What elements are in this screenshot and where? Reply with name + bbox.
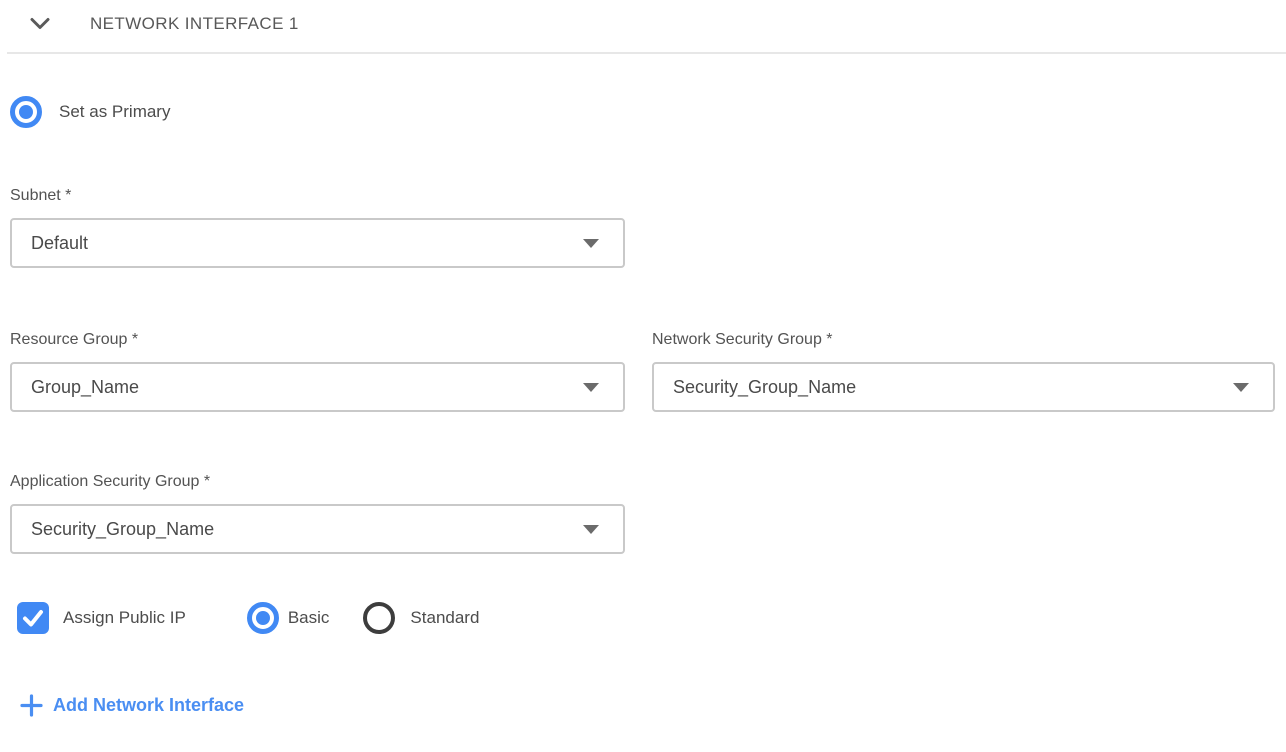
section-divider [7,52,1286,54]
resource-group-select[interactable]: Group_Name [10,362,625,412]
section-content: Set as Primary Subnet * Default Resource… [0,96,1286,717]
set-as-primary-option[interactable]: Set as Primary [10,96,1275,128]
subnet-value: Default [31,233,88,254]
add-network-interface-label: Add Network Interface [53,695,244,716]
sku-basic-radio[interactable] [247,602,279,634]
assign-public-ip-label: Assign Public IP [63,608,186,628]
caret-down-icon [583,383,599,392]
application-security-group-field: Application Security Group * Security_Gr… [10,472,625,554]
resource-group-label: Resource Group * [10,330,625,349]
application-security-group-select[interactable]: Security_Group_Name [10,504,625,554]
sku-standard-radio[interactable] [363,602,395,634]
radio-dot [19,105,33,119]
radio-dot [256,611,270,625]
sku-basic-label: Basic [288,608,330,628]
set-as-primary-radio[interactable] [10,96,42,128]
check-icon [17,602,49,634]
set-as-primary-label: Set as Primary [59,102,170,122]
plus-icon [20,694,43,717]
application-security-group-value: Security_Group_Name [31,519,214,540]
subnet-label: Subnet * [10,186,625,205]
network-security-group-label: Network Security Group * [652,330,1275,349]
application-security-group-label: Application Security Group * [10,472,625,491]
subnet-select[interactable]: Default [10,218,625,268]
network-security-group-field: Network Security Group * Security_Group_… [652,330,1275,412]
assign-public-ip-checkbox[interactable] [17,602,49,634]
caret-down-icon [583,525,599,534]
sku-standard-label: Standard [410,608,479,628]
resource-group-value: Group_Name [31,377,139,398]
network-security-group-select[interactable]: Security_Group_Name [652,362,1275,412]
assign-public-ip-row: Assign Public IP Basic Standard [10,602,1275,634]
chevron-down-icon[interactable] [30,17,50,31]
network-interface-panel: NETWORK INTERFACE 1 Set as Primary Subne… [0,0,1286,752]
section-header: NETWORK INTERFACE 1 [0,0,1286,36]
group-fields-row: Resource Group * Group_Name Network Secu… [10,330,1275,412]
resource-group-field: Resource Group * Group_Name [10,330,625,412]
subnet-field: Subnet * Default [10,186,625,268]
section-title: NETWORK INTERFACE 1 [90,14,299,34]
add-network-interface-button[interactable]: Add Network Interface [20,694,244,717]
network-security-group-value: Security_Group_Name [673,377,856,398]
caret-down-icon [1233,383,1249,392]
caret-down-icon [583,239,599,248]
